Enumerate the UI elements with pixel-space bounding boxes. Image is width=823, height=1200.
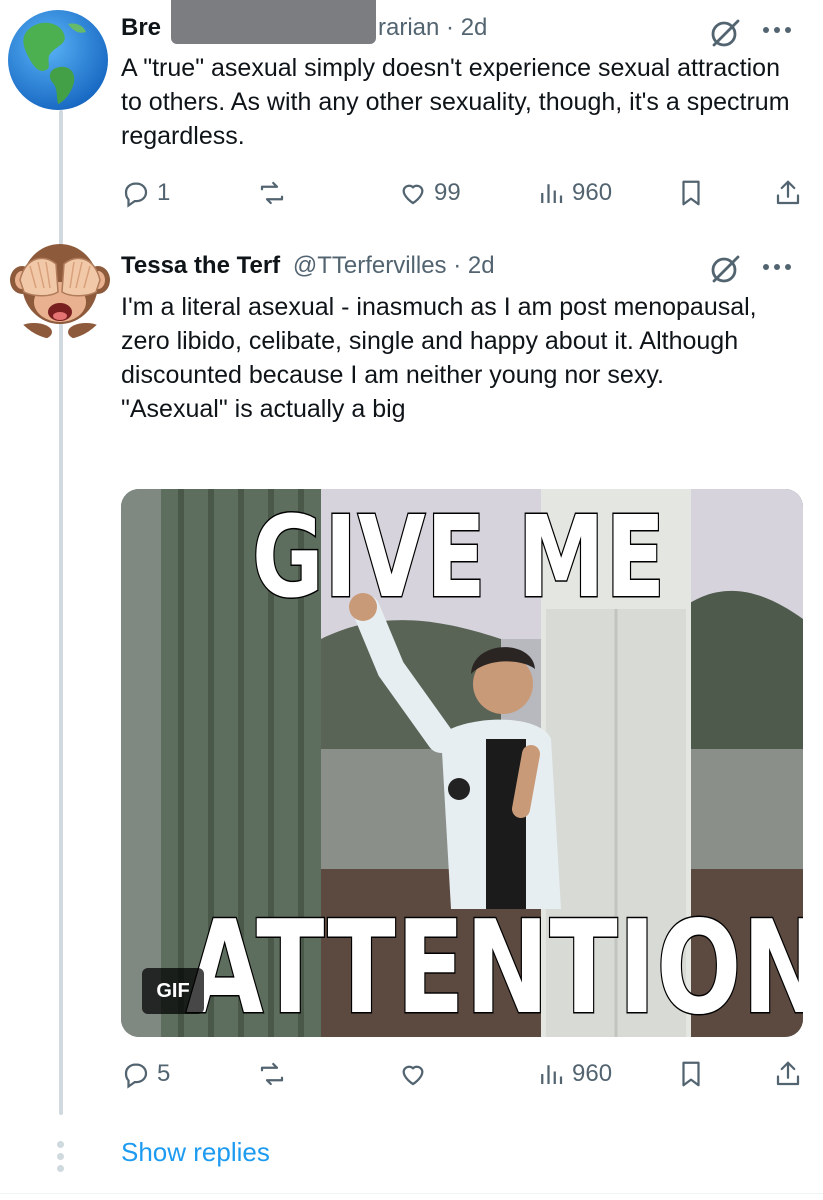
reply-count: 1	[157, 179, 171, 206]
views-button[interactable]: 960	[536, 1059, 612, 1089]
heart-icon	[402, 1065, 424, 1086]
reply-button[interactable]: 5	[121, 1059, 170, 1089]
bookmark-icon	[682, 1061, 700, 1087]
avatar[interactable]	[8, 236, 112, 340]
redaction-bar	[171, 0, 376, 44]
like-count: 99	[434, 179, 461, 206]
globe-americas-icon	[8, 10, 108, 110]
gif-caption-bottom: ATTENTION!	[185, 893, 803, 1038]
author-handle-time[interactable]: rarian · 2d	[378, 14, 487, 42]
author-handle: rarian	[378, 14, 440, 41]
tweet-text: I'm a literal asexual - inasmuch as I am…	[121, 290, 801, 426]
reply-icon	[124, 1063, 148, 1089]
more-options-icon[interactable]	[763, 27, 791, 33]
share-button[interactable]	[773, 1059, 803, 1089]
tweet-header: Tessa the Terf @TTerfervilles · 2d	[121, 252, 495, 279]
thread-continuation-icon	[57, 1141, 64, 1172]
retweet-icon	[260, 181, 284, 205]
heart-icon	[402, 184, 424, 205]
bookmark-icon	[682, 180, 700, 206]
views-button[interactable]: 960	[536, 178, 612, 208]
author-name[interactable]: Tessa the Terf	[121, 252, 280, 279]
analytics-icon	[541, 1065, 563, 1084]
share-icon	[776, 1061, 800, 1086]
gif-badge: GIF	[142, 968, 204, 1014]
like-button[interactable]: 99	[398, 178, 461, 208]
reply-button[interactable]: 1	[121, 178, 170, 208]
reply-count: 5	[157, 1060, 171, 1087]
like-button[interactable]	[398, 1059, 428, 1089]
author-name[interactable]: Bre	[121, 14, 161, 42]
retweet-button[interactable]	[257, 1059, 287, 1089]
avatar[interactable]	[6, 8, 110, 112]
gif-caption-top: GIVE ME	[251, 492, 667, 625]
analytics-icon	[541, 184, 563, 203]
share-button[interactable]	[773, 178, 803, 208]
grok-icon[interactable]	[708, 16, 742, 50]
retweet-button[interactable]	[257, 178, 287, 208]
tweet-text-line: I'm a literal asexual - inasmuch as I am…	[121, 293, 757, 389]
view-count: 960	[572, 1060, 613, 1087]
tweet-time[interactable]: 2d	[461, 14, 488, 41]
more-options-icon[interactable]	[763, 264, 791, 270]
tweet-time[interactable]: 2d	[468, 252, 495, 279]
bookmark-button[interactable]	[676, 1059, 706, 1089]
grok-icon[interactable]	[708, 252, 742, 286]
view-count: 960	[572, 179, 613, 206]
author-handle[interactable]: @TTerfervilles	[293, 252, 447, 279]
tweet-text: A "true" asexual simply doesn't experien…	[121, 54, 790, 150]
share-icon	[776, 180, 800, 205]
see-no-evil-monkey-icon	[10, 244, 110, 340]
gif-media[interactable]: GIVE ME ATTENTION!	[121, 489, 803, 1037]
show-replies-link[interactable]: Show replies	[121, 1137, 270, 1168]
tweet-text-line: "Asexual" is actually a big	[121, 395, 406, 423]
bookmark-button[interactable]	[676, 178, 706, 208]
reply-icon	[124, 182, 148, 208]
retweet-icon	[260, 1062, 284, 1086]
divider	[0, 1193, 823, 1194]
